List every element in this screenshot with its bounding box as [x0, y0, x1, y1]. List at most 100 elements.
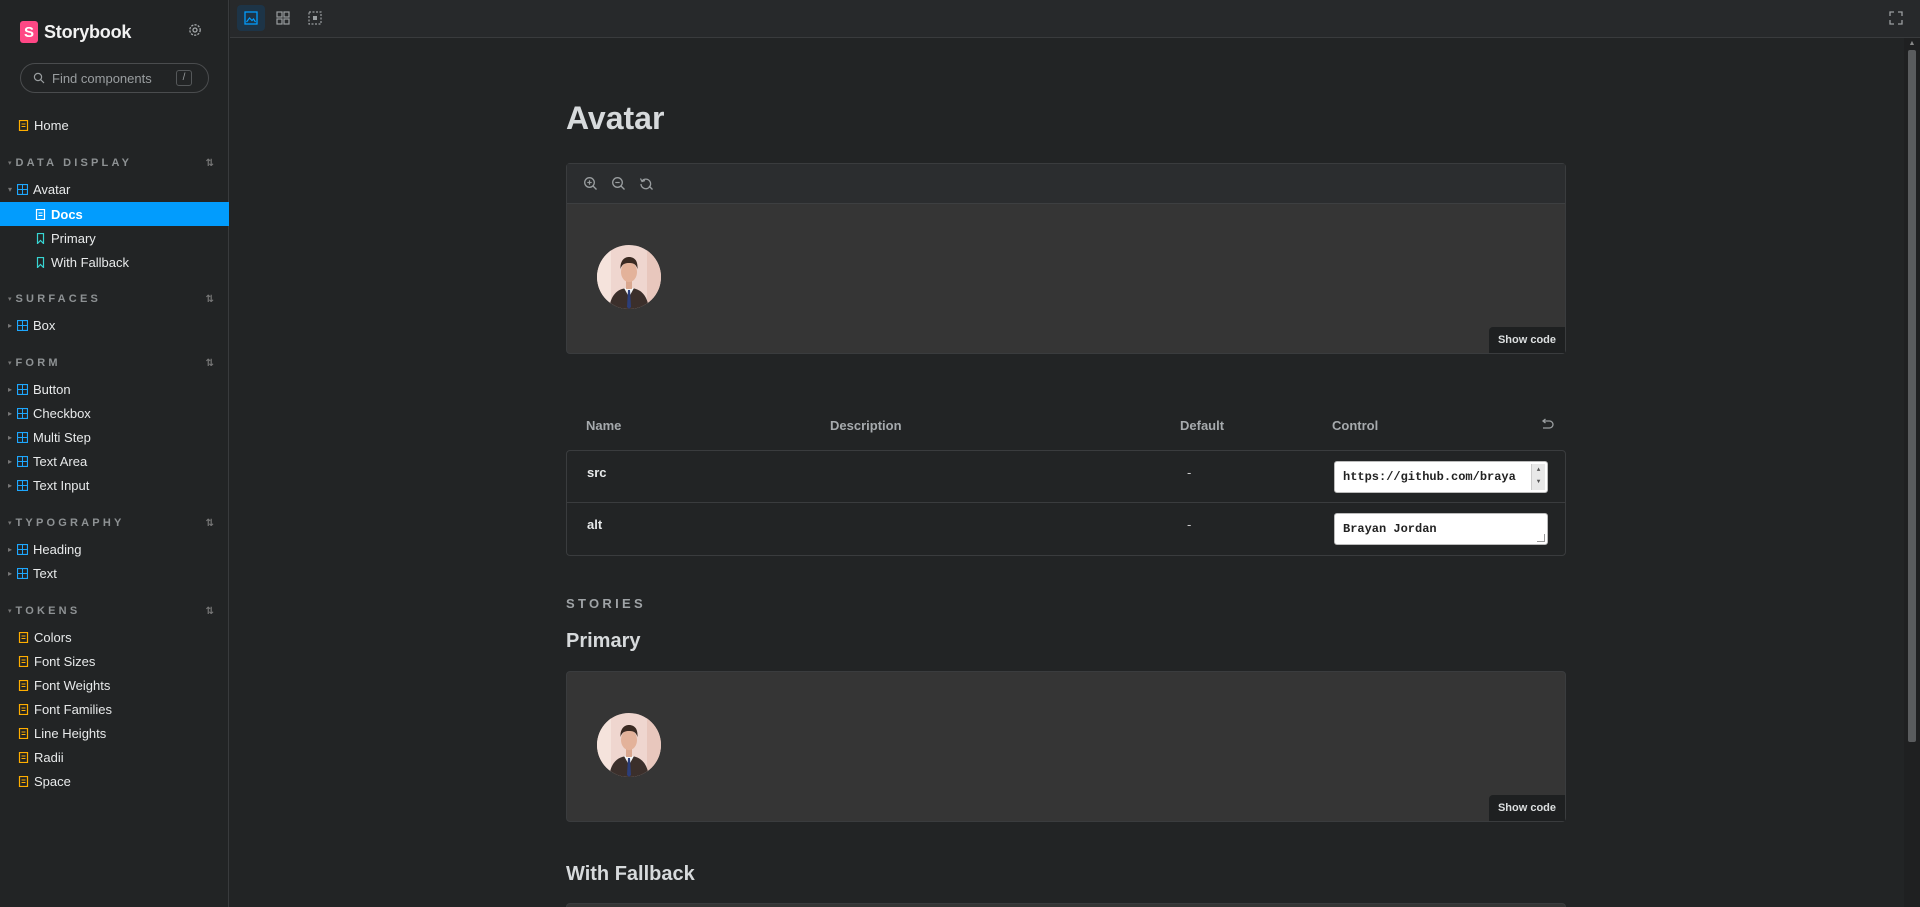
component-icon [17, 543, 28, 555]
document-icon [18, 119, 29, 131]
sidebar-item-label: Button [33, 381, 71, 397]
sidebar-item-avatar[interactable]: ▾ Avatar [0, 177, 229, 201]
section-typography[interactable]: ▾ TYPOGRAPHY ⇅ [8, 517, 214, 529]
show-code-button[interactable]: Show code [1488, 795, 1565, 821]
gear-icon[interactable] [186, 22, 204, 40]
zoom-in-button[interactable] [581, 175, 599, 193]
arg-default: - [1187, 465, 1192, 480]
sidebar-item-label: Text [33, 565, 57, 581]
section-surfaces[interactable]: ▾ SURFACES ⇅ [8, 293, 214, 305]
sidebar-item-text[interactable]: ▸ Text [0, 561, 229, 585]
storybook-logo-icon: S [20, 21, 38, 43]
scrollbar-thumb[interactable] [1908, 50, 1916, 742]
sidebar-item-font-families[interactable]: Font Families [0, 697, 229, 721]
arg-default: - [1187, 517, 1192, 532]
caret-down-icon: ▾ [8, 160, 12, 167]
section-form[interactable]: ▾ FORM ⇅ [8, 357, 214, 369]
image-icon [244, 11, 258, 25]
docs-scrollbar[interactable]: ▲ [1904, 38, 1920, 907]
header-control: Control [1332, 417, 1379, 433]
sidebar-item-label: Colors [34, 629, 72, 645]
storybook-brand[interactable]: S Storybook [20, 20, 131, 44]
collapse-all-icon[interactable]: ⇅ [206, 518, 214, 529]
collapse-all-icon[interactable]: ⇅ [206, 358, 214, 369]
caret-down-icon: ▾ [8, 360, 12, 367]
sidebar-item-button[interactable]: ▸ Button [0, 377, 229, 401]
document-icon [18, 775, 29, 787]
caret-right-icon: ▸ [8, 544, 13, 554]
zoom-reset-button[interactable] [637, 175, 655, 193]
caret-right-icon: ▸ [8, 320, 13, 330]
search-box[interactable]: / [20, 63, 209, 93]
sidebar-item-label: Font Families [34, 701, 113, 717]
resize-handle-icon[interactable] [1537, 534, 1545, 542]
arg-name: alt [587, 517, 603, 532]
reset-controls-icon[interactable] [1540, 418, 1554, 432]
sidebar-item-box[interactable]: ▸ Box [0, 313, 229, 337]
sidebar-item-font-weights[interactable]: Font Weights [0, 673, 229, 697]
outline-button[interactable] [301, 5, 329, 31]
args-table-header: Name Description Default Control [566, 400, 1566, 450]
src-control-input[interactable]: https://github.com/braya ▲ ▼ [1334, 461, 1548, 493]
search-icon [33, 72, 45, 84]
caret-down-icon: ▾ [8, 608, 12, 615]
story-canvas-primary: Show code [566, 671, 1566, 822]
page-title: Avatar [566, 100, 665, 136]
preview-toolbar [230, 0, 1920, 38]
sidebar-item-label: Home [34, 117, 69, 133]
caret-right-icon: ▸ [8, 568, 13, 578]
section-data-display[interactable]: ▾ DATA DISPLAY ⇅ [8, 157, 214, 169]
stories-label: STORIES [566, 596, 646, 611]
sidebar-item-primary[interactable]: Primary [0, 226, 229, 250]
sidebar-item-docs[interactable]: Docs [0, 202, 229, 226]
component-icon [17, 183, 28, 195]
header-default: Default [1180, 417, 1225, 433]
docs-content: Avatar Show code Name Description Defaul… [230, 38, 1904, 907]
fullscreen-icon [1889, 11, 1903, 25]
sidebar-item-heading[interactable]: ▸ Heading [0, 537, 229, 561]
zoom-out-button[interactable] [609, 175, 627, 193]
alt-control-input[interactable]: Brayan Jordan [1334, 513, 1548, 545]
sidebar: S Storybook / Home ▾ DATA DISPLAY ⇅ ▾ Av… [0, 0, 229, 907]
canvas-view-button[interactable] [237, 5, 265, 31]
scroll-up-icon[interactable]: ▲ [1908, 40, 1916, 47]
section-tokens[interactable]: ▾ TOKENS ⇅ [8, 605, 214, 617]
sidebar-item-label: Docs [51, 206, 83, 222]
sidebar-item-font-sizes[interactable]: Font Sizes [0, 649, 229, 673]
caret-right-icon: ▸ [8, 456, 13, 466]
component-icon [17, 431, 28, 443]
sidebar-item-radii[interactable]: Radii [0, 745, 229, 769]
fullscreen-button[interactable] [1882, 5, 1910, 31]
collapse-all-icon[interactable]: ⇅ [206, 158, 214, 169]
search-input[interactable] [52, 70, 172, 86]
sidebar-item-label: Primary [51, 230, 96, 246]
sidebar-item-multi-step[interactable]: ▸ Multi Step [0, 425, 229, 449]
document-icon [18, 679, 29, 691]
sidebar-item-home[interactable]: Home [0, 113, 229, 137]
sidebar-item-label: Line Heights [34, 725, 107, 741]
textarea-scroll-icon[interactable]: ▲ ▼ [1531, 464, 1545, 490]
caret-right-icon: ▸ [8, 480, 13, 490]
brand-name: Storybook [44, 21, 132, 42]
table-row: src - https://github.com/braya ▲ ▼ [567, 451, 1565, 503]
sidebar-item-label: Avatar [33, 181, 71, 197]
sidebar-item-colors[interactable]: Colors [0, 625, 229, 649]
show-code-button[interactable]: Show code [1488, 327, 1565, 353]
sidebar-item-line-heights[interactable]: Line Heights [0, 721, 229, 745]
arg-name: src [587, 465, 607, 480]
caret-down-icon: ▾ [8, 184, 13, 194]
outline-icon [308, 11, 322, 25]
sidebar-item-label: Radii [34, 749, 64, 765]
collapse-all-icon[interactable]: ⇅ [206, 294, 214, 305]
sidebar-item-space[interactable]: Space [0, 769, 229, 793]
sidebar-item-label: Text Input [33, 477, 90, 493]
sidebar-item-with-fallback[interactable]: With Fallback [0, 250, 229, 274]
sidebar-item-text-area[interactable]: ▸ Text Area [0, 449, 229, 473]
grid-view-button[interactable] [269, 5, 297, 31]
collapse-all-icon[interactable]: ⇅ [206, 606, 214, 617]
sidebar-item-text-input[interactable]: ▸ Text Input [0, 473, 229, 497]
args-table: Name Description Default Control src - h… [566, 400, 1566, 556]
sidebar-item-checkbox[interactable]: ▸ Checkbox [0, 401, 229, 425]
story-title-primary: Primary [566, 630, 641, 652]
zoom-in-icon [583, 177, 597, 190]
